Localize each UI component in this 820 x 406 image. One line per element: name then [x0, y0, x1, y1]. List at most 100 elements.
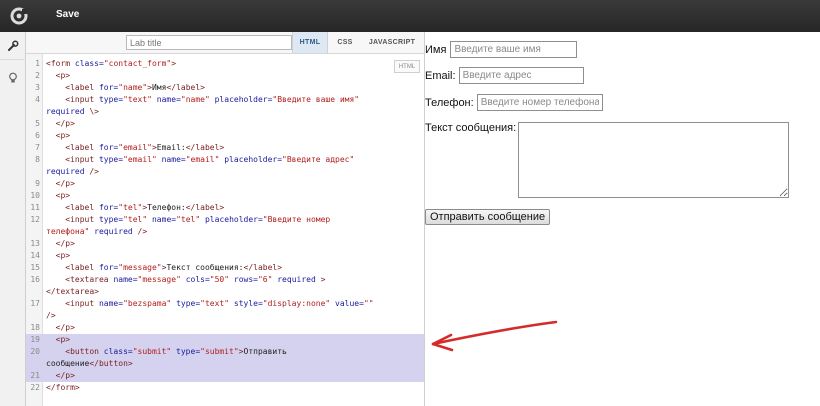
code-line[interactable]: 5 </p>: [26, 118, 424, 130]
line-number: 2: [35, 71, 40, 80]
line-number: 1: [35, 59, 40, 68]
code-line[interactable]: 12 <input type="tel" name="tel" placehol…: [26, 214, 424, 226]
code-token: name=: [151, 95, 181, 104]
code-line[interactable]: 4 <input type="text" name="name" placeho…: [26, 94, 424, 106]
tab-javascript[interactable]: JAVASCRIPT: [360, 32, 424, 53]
name-input[interactable]: [450, 41, 578, 58]
code-token: "name": [180, 95, 210, 104]
tel-label: Телефон:: [425, 96, 474, 109]
code-token: type=: [98, 215, 124, 224]
code-token: required: [272, 275, 321, 284]
code-token: </p>: [46, 323, 75, 332]
code-line[interactable]: 1 <form class="contact_form">: [26, 58, 424, 70]
code-line[interactable]: сообщение</button>: [26, 358, 424, 370]
line-number: 13: [30, 239, 40, 248]
code-text: <label for="email">Email:</label>: [46, 142, 224, 154]
code-token: телефона": [46, 227, 90, 236]
name-row: Имя: [425, 41, 578, 58]
code-token: Телефон:: [147, 203, 186, 212]
code-token: "Введите ваше имя": [272, 95, 360, 104]
code-line[interactable]: 17 <input name="bezspama" type="text" st…: [26, 298, 424, 310]
code-line[interactable]: 9 </p>: [26, 178, 424, 190]
code-token: name=: [98, 299, 124, 308]
email-row: Email:: [425, 67, 584, 84]
code-token: >: [171, 59, 177, 68]
code-token: <input: [46, 95, 99, 104]
code-token: сообщение: [46, 359, 90, 368]
code-editor[interactable]: 1 <form class="contact_form"> 2 <p> 3 <labe…: [26, 58, 424, 394]
code-line[interactable]: required \>: [26, 106, 424, 118]
line-number: 14: [30, 251, 40, 260]
code-token: <input: [46, 155, 99, 164]
save-button[interactable]: Save: [56, 9, 79, 20]
code-token: </label>: [166, 83, 205, 92]
code-token: </label>: [185, 143, 225, 152]
code-text: required \>: [46, 106, 99, 118]
tel-input[interactable]: [476, 94, 603, 111]
code-token: "email": [185, 155, 220, 164]
code-token: placeholder=: [219, 155, 283, 164]
lab-title-input[interactable]: [126, 35, 292, 50]
code-token: \>: [89, 107, 99, 116]
code-line[interactable]: 8 <input type="email" name="email" place…: [26, 154, 424, 166]
tab-html[interactable]: HTML: [292, 32, 328, 53]
code-line[interactable]: 15 <label for="message">Текст сообщения:…: [26, 262, 424, 274]
code-line[interactable]: 11 <label for="tel">Телефон:</label>: [26, 202, 424, 214]
settings-tool-button[interactable]: [0, 32, 26, 60]
code-line[interactable]: телефона" required />: [26, 226, 424, 238]
code-line[interactable]: 18 </p>: [26, 322, 424, 334]
code-token: </p>: [46, 119, 75, 128]
code-line[interactable]: 16 <textarea name="message" cols="50" ro…: [26, 274, 424, 286]
code-token: <input: [46, 215, 99, 224]
email-input[interactable]: [458, 67, 584, 84]
code-text: <p>: [46, 334, 70, 346]
code-line[interactable]: />: [26, 310, 424, 322]
code-token: "email": [123, 155, 157, 164]
code-token: for=: [98, 83, 119, 92]
code-text: <label for="name">Имя</label>: [46, 82, 205, 94]
submit-button[interactable]: Отправить сообщение: [425, 209, 551, 225]
code-token: />: [46, 311, 56, 320]
line-number: 15: [30, 263, 40, 272]
code-line[interactable]: required />: [26, 166, 424, 178]
code-token: <form: [46, 59, 75, 68]
code-line[interactable]: </textarea>: [26, 286, 424, 298]
tab-css[interactable]: CSS: [331, 32, 359, 53]
code-text: телефона" required />: [46, 226, 147, 238]
code-text: <p>: [46, 130, 70, 142]
code-line[interactable]: 13 </p>: [26, 238, 424, 250]
code-line[interactable]: 10 <p>: [26, 190, 424, 202]
code-token: <p>: [46, 251, 71, 260]
email-label: Email:: [425, 69, 456, 82]
code-line[interactable]: 21 </p>: [26, 370, 424, 382]
code-line[interactable]: 3 <label for="name">Имя</label>: [26, 82, 424, 94]
code-line[interactable]: 2 <p>: [26, 70, 424, 82]
code-token: <p>: [46, 191, 71, 200]
code-line[interactable]: 6 <p>: [26, 130, 424, 142]
line-number: 22: [30, 383, 40, 392]
code-token: >: [320, 275, 326, 284]
code-token: "Введите номер: [262, 215, 331, 224]
code-token: </p>: [46, 239, 75, 248]
code-token: class=: [103, 347, 133, 356]
code-token: Отправить: [243, 347, 287, 356]
code-token: <p>: [46, 335, 71, 344]
code-text: <form class="contact_form">: [46, 58, 176, 70]
code-token: "": [363, 299, 374, 308]
line-number: 6: [35, 131, 40, 140]
code-token: type=: [171, 347, 201, 356]
code-line[interactable]: 7 <label for="email">Email:</label>: [26, 142, 424, 154]
mode-badge[interactable]: HTML: [394, 60, 420, 73]
code-token: <textarea: [46, 275, 114, 284]
code-line[interactable]: 22 </form>: [26, 382, 424, 394]
code-token: Текст сообщения:: [166, 263, 244, 272]
code-line[interactable]: 14 <p>: [26, 250, 424, 262]
code-text: сообщение</button>: [46, 358, 133, 370]
message-textarea[interactable]: [518, 122, 789, 198]
code-text: <p>: [46, 190, 70, 202]
hint-tool-button[interactable]: [0, 64, 26, 92]
code-line[interactable]: 20 <button class="submit" type="submit">…: [26, 346, 424, 358]
line-number: 12: [30, 215, 40, 224]
code-token: "email": [118, 143, 152, 152]
code-line[interactable]: 19 <p>: [26, 334, 424, 346]
